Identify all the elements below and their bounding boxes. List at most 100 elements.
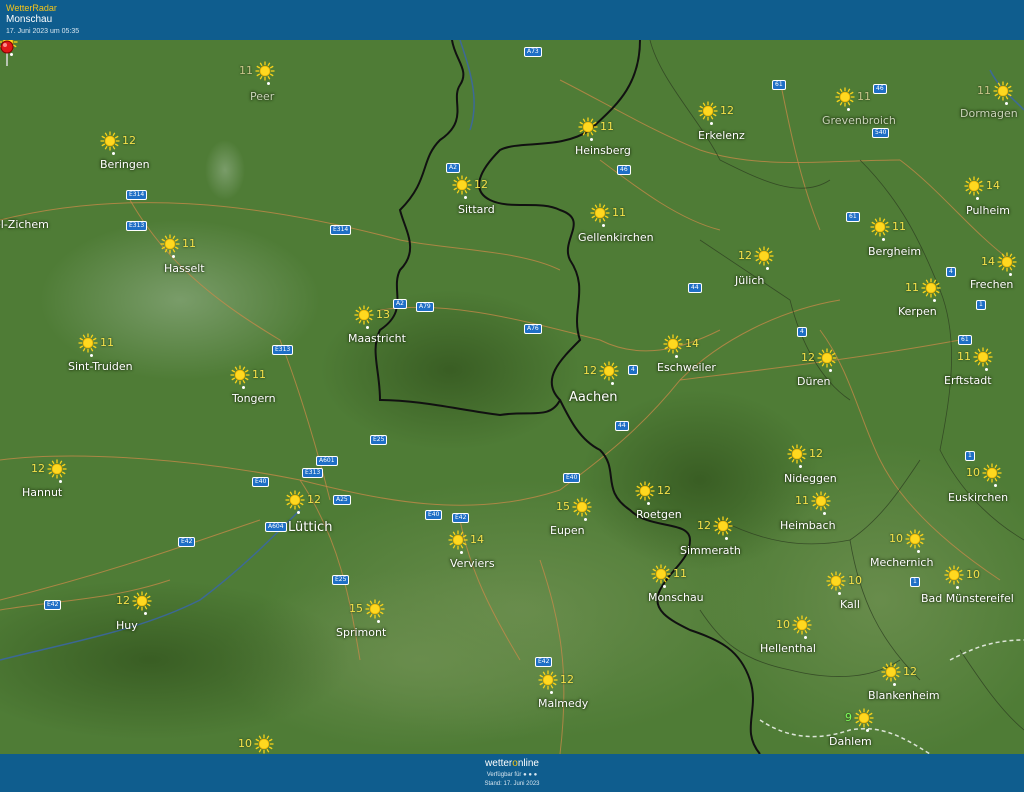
sun-icon bbox=[230, 365, 250, 385]
road-sign: E25 bbox=[332, 575, 350, 585]
city-dot bbox=[90, 354, 93, 357]
temperature-label: 14 bbox=[685, 337, 699, 350]
city-dot bbox=[267, 82, 270, 85]
brand-logo[interactable]: wetteronline bbox=[0, 758, 1024, 769]
city-name: el-Zichem bbox=[0, 218, 49, 231]
road-sign: E40 bbox=[252, 477, 270, 487]
sun-icon bbox=[826, 571, 846, 591]
city-name: Gellenkirchen bbox=[578, 231, 654, 244]
temperature-label: 11 bbox=[252, 368, 266, 381]
city-dot bbox=[725, 537, 728, 540]
city-dot bbox=[112, 152, 115, 155]
road-sign: 61 bbox=[958, 335, 972, 345]
city-dot bbox=[59, 480, 62, 483]
city-dot bbox=[985, 368, 988, 371]
location-pin-icon[interactable] bbox=[0, 40, 14, 66]
road-sign: E40 bbox=[563, 473, 581, 483]
road-sign: 540 bbox=[872, 128, 890, 138]
temperature-label: 11 bbox=[795, 494, 809, 507]
road-sign: 61 bbox=[846, 212, 860, 222]
sun-icon bbox=[599, 361, 619, 381]
temperature-label: 14 bbox=[470, 533, 484, 546]
city-dot bbox=[882, 238, 885, 241]
road-sign: E42 bbox=[44, 600, 62, 610]
temperature-label: 11 bbox=[612, 206, 626, 219]
temperature-label: 15 bbox=[556, 500, 570, 513]
road-sign: E313 bbox=[272, 345, 294, 355]
city-name: Erkelenz bbox=[698, 129, 745, 142]
temperature-label: 12 bbox=[809, 447, 823, 460]
city-name: Tongern bbox=[232, 392, 276, 405]
timestamp: 17. Juni 2023 um 05:35 bbox=[6, 28, 80, 35]
road-sign: 46 bbox=[617, 165, 631, 175]
city-name: Monschau bbox=[648, 591, 704, 604]
temperature-label: 10 bbox=[889, 532, 903, 545]
city-dot bbox=[917, 550, 920, 553]
city-name: Simmerath bbox=[680, 544, 741, 557]
footer-bar: wetteronline Verfügbar für ● ● ● Stand: … bbox=[0, 754, 1024, 792]
location-title: Monschau bbox=[6, 14, 53, 25]
sun-icon bbox=[452, 175, 472, 195]
city-dot bbox=[584, 518, 587, 521]
temperature-label: 14 bbox=[981, 255, 995, 268]
sun-icon bbox=[854, 708, 874, 728]
sun-icon bbox=[964, 176, 984, 196]
city-name: Peer bbox=[250, 90, 275, 103]
city-dot bbox=[823, 512, 826, 515]
city-name: Bad Münstereifel bbox=[921, 592, 1014, 605]
city-name: Grevenbroich bbox=[822, 114, 896, 127]
sun-icon bbox=[921, 278, 941, 298]
sun-icon bbox=[651, 564, 671, 584]
road-sign: 44 bbox=[615, 421, 629, 431]
road-sign: 4 bbox=[946, 267, 956, 277]
city-dot bbox=[804, 636, 807, 639]
temperature-label: 11 bbox=[905, 281, 919, 294]
city-name: Hasselt bbox=[164, 262, 205, 275]
sun-icon bbox=[792, 615, 812, 635]
road-sign: 1 bbox=[965, 451, 975, 461]
temperature-label: 15 bbox=[349, 602, 363, 615]
city-name: Kall bbox=[840, 598, 860, 611]
road-sign: A2 bbox=[446, 163, 460, 173]
temperature-label: 12 bbox=[116, 594, 130, 607]
radar-map[interactable]: 11Peer12Beringenel-Zichem11Hasselt11Sint… bbox=[0, 40, 1024, 754]
city-name: Huy bbox=[116, 619, 138, 632]
city-dot bbox=[590, 138, 593, 141]
city-dot bbox=[377, 620, 380, 623]
temperature-label: 11 bbox=[892, 220, 906, 233]
road-sign: E313 bbox=[126, 221, 148, 231]
city-dot bbox=[1005, 102, 1008, 105]
city-dot bbox=[1009, 273, 1012, 276]
city-name: Hannut bbox=[22, 486, 63, 499]
brand-prefix: wetter bbox=[485, 758, 513, 769]
city-dot bbox=[838, 592, 841, 595]
sun-icon bbox=[255, 61, 275, 81]
city-dot bbox=[550, 691, 553, 694]
city-name: Frechen bbox=[970, 278, 1014, 291]
city-name: Heimbach bbox=[780, 519, 836, 532]
road-sign: E42 bbox=[452, 513, 470, 523]
sun-icon bbox=[997, 252, 1017, 272]
road-sign: E42 bbox=[535, 657, 553, 667]
road-sign: E42 bbox=[178, 537, 196, 547]
sun-icon bbox=[635, 481, 655, 501]
city-name: Kerpen bbox=[898, 305, 937, 318]
sun-icon bbox=[835, 87, 855, 107]
temperature-label: 10 bbox=[848, 574, 862, 587]
sun-icon bbox=[811, 491, 831, 511]
city-dot bbox=[460, 551, 463, 554]
city-dot bbox=[976, 197, 979, 200]
sun-icon bbox=[578, 117, 598, 137]
road-sign: A25 bbox=[333, 495, 351, 505]
road-sign: A76 bbox=[524, 324, 542, 334]
temperature-label: 12 bbox=[697, 519, 711, 532]
city-name: Dormagen bbox=[960, 107, 1018, 120]
temperature-label: 11 bbox=[673, 567, 687, 580]
temperature-label: 11 bbox=[857, 90, 871, 103]
city-dot bbox=[933, 299, 936, 302]
city-name: Hellenthal bbox=[760, 642, 816, 655]
availability-text: Verfügbar für ● ● ● bbox=[486, 772, 538, 778]
road-sign: 1 bbox=[976, 300, 986, 310]
city-name: Erftstadt bbox=[944, 374, 992, 387]
temperature-label: 12 bbox=[903, 665, 917, 678]
